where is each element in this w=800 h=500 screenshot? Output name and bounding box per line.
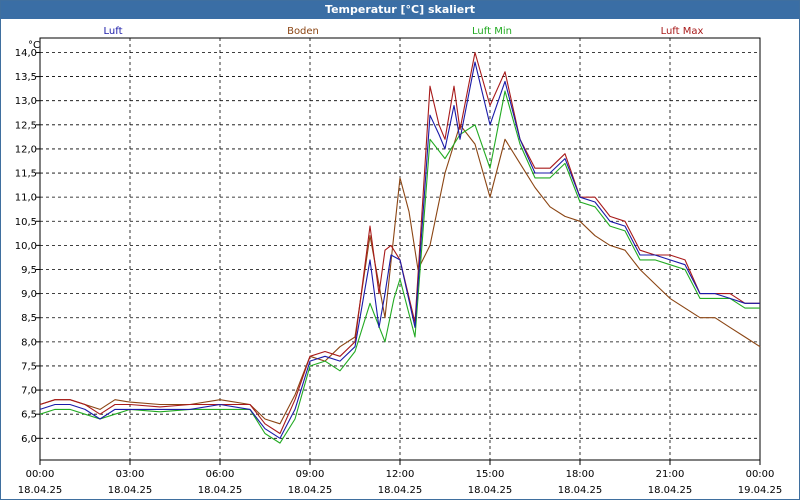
x-tick-date: 18.04.25 [288,485,333,496]
x-tick-date: 18.04.25 [468,485,513,496]
x-tick-time: 09:00 [296,469,325,480]
y-tick-label: 11,0 [15,193,37,204]
x-tick-date: 18.04.25 [558,485,603,496]
y-tick-label: 10,5 [15,217,37,228]
x-tick-date: 18.04.25 [378,485,423,496]
y-tick-label: 11,5 [15,169,37,180]
y-tick-label: 6,0 [21,434,37,445]
y-tick-label: 9,5 [21,265,37,276]
y-tick-label: 9,0 [21,289,37,300]
y-tick-label: 10,0 [15,241,37,252]
x-tick-date: 19.04.25 [738,485,783,496]
y-tick-label: 13,0 [15,96,37,107]
x-tick-time: 00:00 [26,469,55,480]
x-tick-date: 18.04.25 [18,485,63,496]
x-tick-date: 18.04.25 [108,485,153,496]
y-tick-label: 6,5 [21,410,37,421]
y-tick-label: 7,5 [21,361,37,372]
legend-item: Luft Max [661,26,704,37]
x-tick-time: 00:00 [746,469,775,480]
y-tick-label: 14,0 [15,48,37,59]
chart-svg: Luft Boden Luft Min Luft Max°C14,013,513,01… [15,26,783,496]
y-tick-label: 8,5 [21,313,37,324]
legend-item: Boden [287,26,319,37]
x-tick-time: 03:00 [116,469,145,480]
x-tick-time: 06:00 [206,469,235,480]
x-tick-time: 21:00 [656,469,685,480]
y-tick-label: 7,0 [21,386,37,397]
x-tick-time: 15:00 [476,469,505,480]
x-tick-date: 18.04.25 [198,485,243,496]
y-tick-label: 12,5 [15,120,37,131]
y-tick-label: 12,0 [15,144,37,155]
y-tick-label: 8,0 [21,337,37,348]
legend-item: Luft Min [472,26,512,37]
y-tick-label: 13,5 [15,72,37,83]
x-tick-time: 12:00 [386,469,415,480]
legend-item: Luft [104,26,123,37]
x-tick-date: 18.04.25 [648,485,693,496]
x-tick-time: 18:00 [566,469,595,480]
